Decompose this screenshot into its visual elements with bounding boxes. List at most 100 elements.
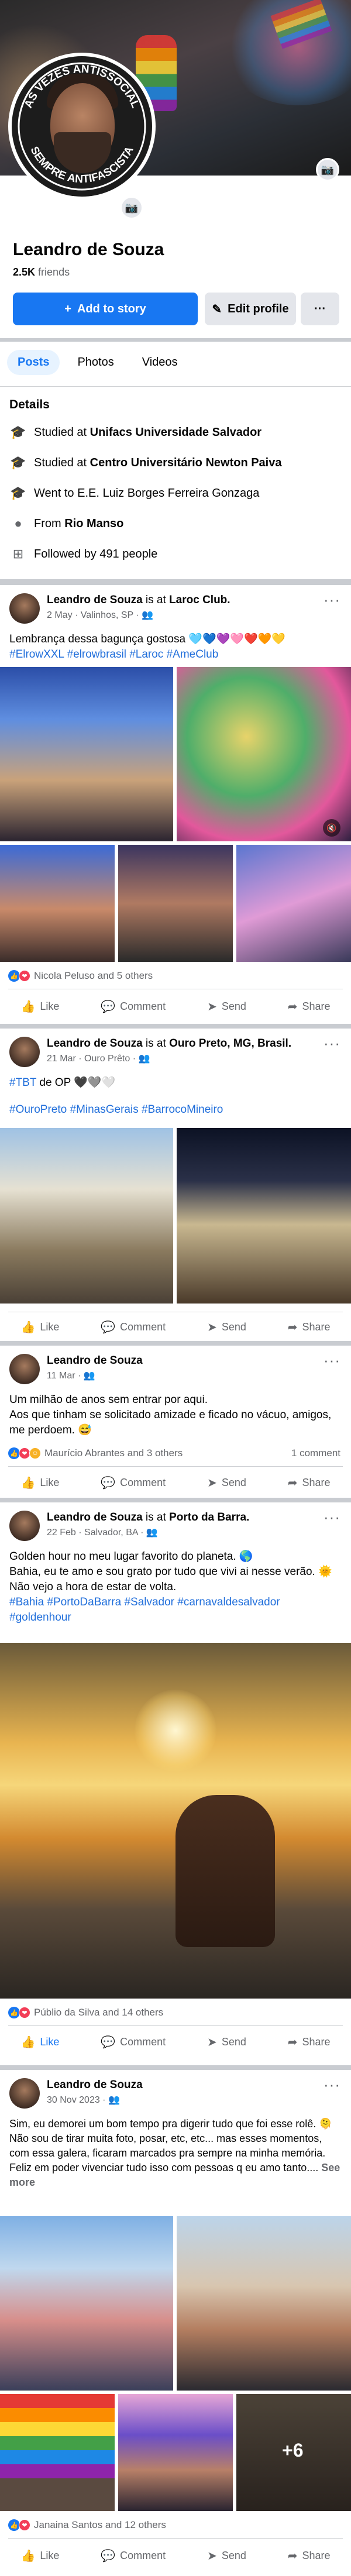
reaction-summary[interactable]: 👍 ❤ Janaina Santos and 12 others [8, 2519, 166, 2531]
avatar[interactable] [9, 1511, 40, 1541]
post-options-button[interactable]: ··· [324, 1351, 340, 1370]
more-photos-count[interactable]: +6 [282, 2440, 303, 2461]
post-photo[interactable] [0, 1643, 351, 1999]
send-button[interactable]: ➤ Send [207, 999, 246, 1014]
comment-icon: 💬 [101, 2036, 116, 2049]
like-reaction-icon: 👍 [8, 2519, 20, 2531]
post-author[interactable]: Leandro de Souza [47, 1037, 143, 1050]
mute-icon[interactable]: 🔇 [323, 819, 340, 837]
share-button[interactable]: ➦ Share [288, 2549, 331, 2563]
post-text: #TBT de OP 🖤🩶🤍 [9, 1077, 116, 1089]
messenger-icon: ➤ [207, 1321, 217, 1334]
tab-photos[interactable]: Photos [67, 350, 124, 375]
post-author[interactable]: Leandro de Souza [47, 1511, 143, 1523]
share-button[interactable]: ➦ Share [288, 1476, 331, 1490]
post-photo[interactable] [0, 2394, 115, 2511]
avatar[interactable] [9, 1037, 40, 1067]
detail-education-1: 🎓 Studied at Unifacs Universidade Salvado… [10, 425, 262, 439]
post-options-button[interactable]: ··· [324, 1034, 340, 1053]
add-to-story-button[interactable]: + Add to story [13, 293, 198, 325]
share-button[interactable]: ➦ Share [288, 1320, 331, 1335]
post-author[interactable]: Leandro de Souza [47, 1354, 143, 1367]
post-options-button[interactable]: ··· [324, 1508, 340, 1526]
reaction-summary[interactable]: 👍 ❤ ☺ Maurício Abrantes and 3 others [8, 1447, 183, 1459]
post-photo[interactable] [118, 2394, 233, 2511]
avatar[interactable] [9, 2078, 40, 2109]
avatar[interactable] [9, 1354, 40, 1384]
love-reaction-icon: ❤ [19, 2007, 30, 2018]
reaction-summary[interactable]: 👍 ❤ Nicola Peluso and 5 others [8, 970, 153, 982]
post-author[interactable]: Leandro de Souza [47, 2079, 143, 2091]
post-timestamp[interactable]: 30 Nov 2023 · [47, 2095, 106, 2105]
post-card: Leandro de Souza is at Laroc Club. 2 May… [0, 585, 351, 1047]
detail-hometown: ● From Rio Manso [11, 516, 123, 531]
friends-privacy-icon: 👥 [108, 2095, 120, 2105]
post-photo[interactable] [0, 667, 173, 841]
share-icon: ➦ [287, 1477, 298, 1490]
edit-profile-button[interactable]: ✎ Edit profile [205, 293, 296, 325]
post-hashtags[interactable]: #OuroPreto #MinasGerais #BarrocoMineiro [9, 1102, 343, 1117]
post-timestamp[interactable]: 2 May · Valinhos, SP · [47, 610, 139, 620]
post-photo[interactable] [177, 2216, 351, 2391]
post-photo[interactable] [177, 1128, 351, 1304]
post-photo[interactable] [0, 845, 115, 962]
thumbs-up-icon: 👍 [20, 1477, 36, 1490]
thumbs-up-icon: 👍 [20, 2036, 36, 2049]
comment-icon: 💬 [101, 1477, 116, 1490]
like-button[interactable]: 👍 Like [20, 999, 59, 1014]
friends-privacy-icon: 👥 [83, 1371, 95, 1381]
edit-avatar-camera-icon[interactable]: 📷 [120, 196, 143, 219]
post-photo[interactable] [0, 1128, 173, 1304]
like-reaction-icon: 👍 [8, 2007, 20, 2018]
post-place[interactable]: Ouro Preto, MG, Brasil. [169, 1037, 291, 1050]
tab-videos[interactable]: Videos [132, 350, 188, 375]
like-button[interactable]: 👍 Like [20, 2035, 59, 2049]
avatar-ring-top-text: ÀS VEZES ANTISSOCIAL [22, 63, 142, 110]
post-options-button[interactable]: ··· [324, 2076, 340, 2094]
comment-button[interactable]: 💬 Comment [101, 1320, 166, 1335]
avatar[interactable] [9, 593, 40, 624]
share-button[interactable]: ➦ Share [288, 999, 331, 1014]
post-photo[interactable] [0, 2216, 173, 2391]
friends-count[interactable]: 2.5K friends [13, 266, 70, 278]
share-icon: ➦ [287, 2550, 298, 2563]
post-timestamp[interactable]: 11 Mar · [47, 1371, 81, 1381]
post-photo[interactable] [236, 845, 351, 962]
post-author[interactable]: Leandro de Souza [47, 594, 143, 606]
post-text: Lembrança dessa bagunça gostosa 🩵💙💜🩷❤️🧡💛… [9, 633, 285, 661]
send-button[interactable]: ➤ Send [207, 1476, 246, 1490]
comment-button[interactable]: 💬 Comment [101, 2549, 166, 2563]
post-place[interactable]: Porto da Barra. [169, 1511, 249, 1523]
like-button[interactable]: 👍 Like [20, 1476, 59, 1490]
post-photo[interactable] [118, 845, 233, 962]
reaction-summary[interactable]: 👍 ❤ Públio da Silva and 14 others [8, 2007, 163, 2018]
comment-button[interactable]: 💬 Comment [101, 999, 166, 1014]
profile-tabs: Posts Photos Videos [7, 350, 188, 375]
thumbs-up-icon: 👍 [20, 1000, 36, 1013]
share-button[interactable]: ➦ Share [288, 2035, 331, 2049]
comment-button[interactable]: 💬 Comment [101, 1476, 166, 1490]
public-globe-icon: 👥 [146, 1528, 158, 1538]
profile-name: Leandro de Souza [13, 240, 164, 259]
post-options-button[interactable]: ··· [324, 591, 340, 609]
post-video[interactable] [177, 667, 351, 841]
more-options-button[interactable]: ··· [301, 293, 339, 325]
detail-followers[interactable]: ⊞ Followed by 491 people [11, 546, 157, 562]
tab-posts[interactable]: Posts [7, 350, 60, 375]
like-button[interactable]: 👍 Like [20, 2549, 59, 2563]
comment-button[interactable]: 💬 Comment [101, 2035, 166, 2049]
svg-text:SEMPRE ANTIFASCISTA: SEMPRE ANTIFASCISTA [27, 145, 136, 185]
post-timestamp[interactable]: 22 Feb · Salvador, BA · [47, 1528, 143, 1538]
like-reaction-icon: 👍 [8, 1447, 20, 1459]
profile-avatar[interactable]: ÀS VEZES ANTISSOCIAL SEMPRE ANTIFASCISTA [8, 53, 156, 200]
post-photo[interactable]: +6 [236, 2394, 351, 2511]
send-button[interactable]: ➤ Send [207, 2035, 246, 2049]
like-button[interactable]: 👍 Like [20, 1320, 59, 1335]
post-timestamp[interactable]: 21 Mar · Ouro Prêto · [47, 1054, 136, 1064]
post-place[interactable]: Laroc Club. [169, 594, 230, 606]
send-button[interactable]: ➤ Send [207, 2549, 246, 2563]
send-button[interactable]: ➤ Send [207, 1320, 246, 1335]
edit-cover-camera-icon[interactable]: 📷 [316, 158, 339, 181]
comment-count[interactable]: 1 comment [291, 1447, 340, 1459]
details-heading: Details [9, 398, 50, 411]
